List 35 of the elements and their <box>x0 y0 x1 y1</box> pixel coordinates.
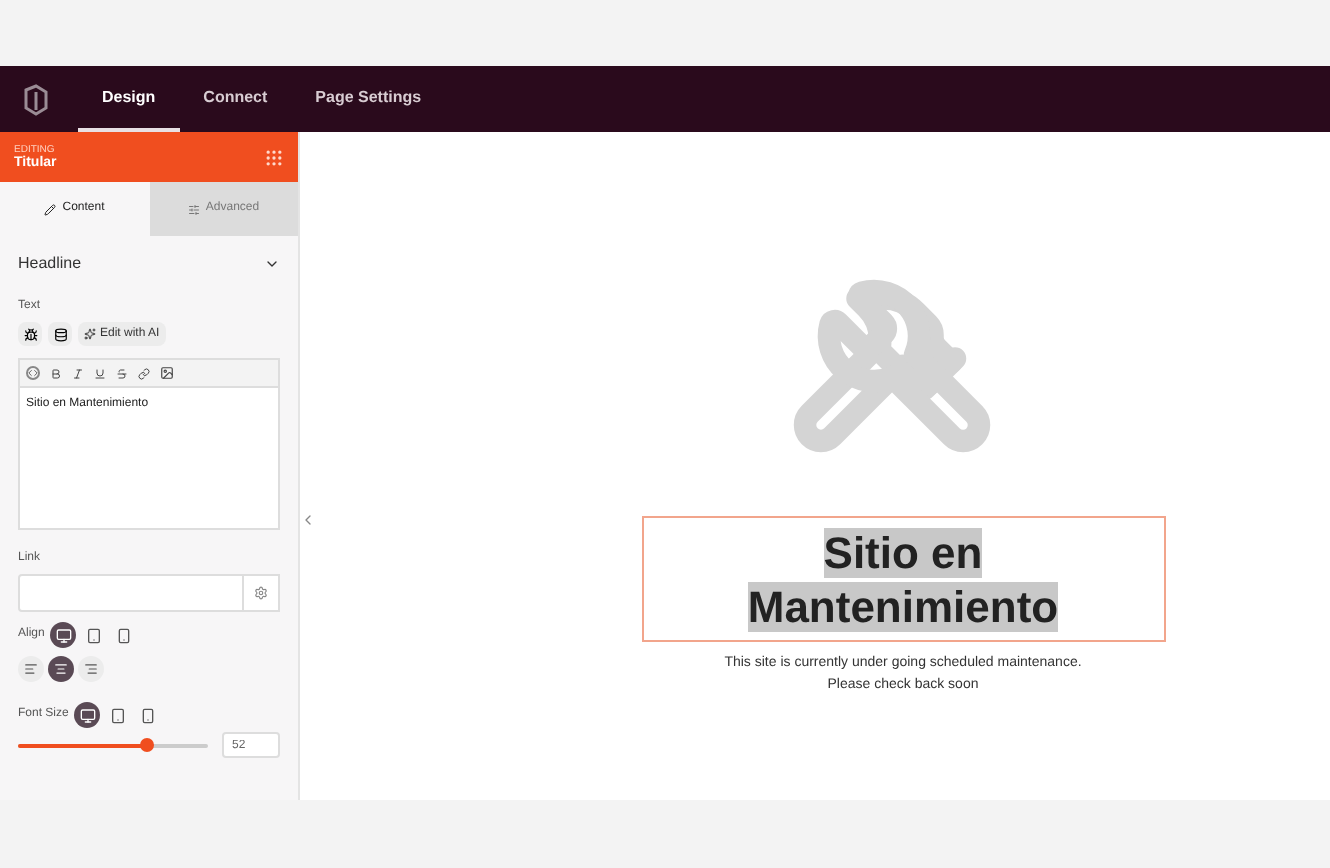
link-icon[interactable] <box>138 367 150 379</box>
nav-tab[interactable]: Page Settings <box>291 66 446 132</box>
desktop-icon <box>79 707 96 723</box>
headline-section-header[interactable]: Headline <box>0 236 298 290</box>
phone-icon <box>115 627 132 643</box>
grid-dots-icon[interactable] <box>264 147 284 167</box>
underline-icon[interactable] <box>94 367 106 379</box>
collapse-panel-handle[interactable] <box>300 512 316 528</box>
tablet-icon <box>85 627 102 643</box>
sliders-icon <box>187 203 200 215</box>
desktop-device-button[interactable] <box>74 702 101 728</box>
desktop-icon <box>55 627 72 643</box>
pencil-icon <box>44 203 57 215</box>
align-left-button[interactable] <box>18 656 44 682</box>
bold-icon[interactable] <box>50 367 62 379</box>
link-input-field[interactable] <box>18 574 244 612</box>
nav-tab[interactable]: Connect <box>179 66 292 132</box>
tablet-icon <box>109 707 126 723</box>
italic-icon[interactable] <box>72 367 84 379</box>
sparkles-icon <box>84 328 96 340</box>
align-center-icon <box>54 662 68 676</box>
align-center-button[interactable] <box>48 656 74 682</box>
image-icon[interactable] <box>160 366 174 380</box>
align-right-button[interactable] <box>78 656 104 682</box>
settings-button[interactable] <box>244 574 280 612</box>
align-right-icon <box>84 662 98 676</box>
bug-icon[interactable] <box>18 322 42 346</box>
headline-text: Sitio en Mantenimiento <box>745 525 1061 633</box>
database-icon[interactable] <box>48 322 72 346</box>
align-left-icon <box>24 662 38 676</box>
settings-icon <box>254 586 268 600</box>
strikethrough-icon[interactable] <box>116 367 128 379</box>
slider-thumb[interactable] <box>140 738 155 752</box>
desktop-device-button[interactable] <box>50 622 77 648</box>
phone-icon <box>139 707 156 723</box>
